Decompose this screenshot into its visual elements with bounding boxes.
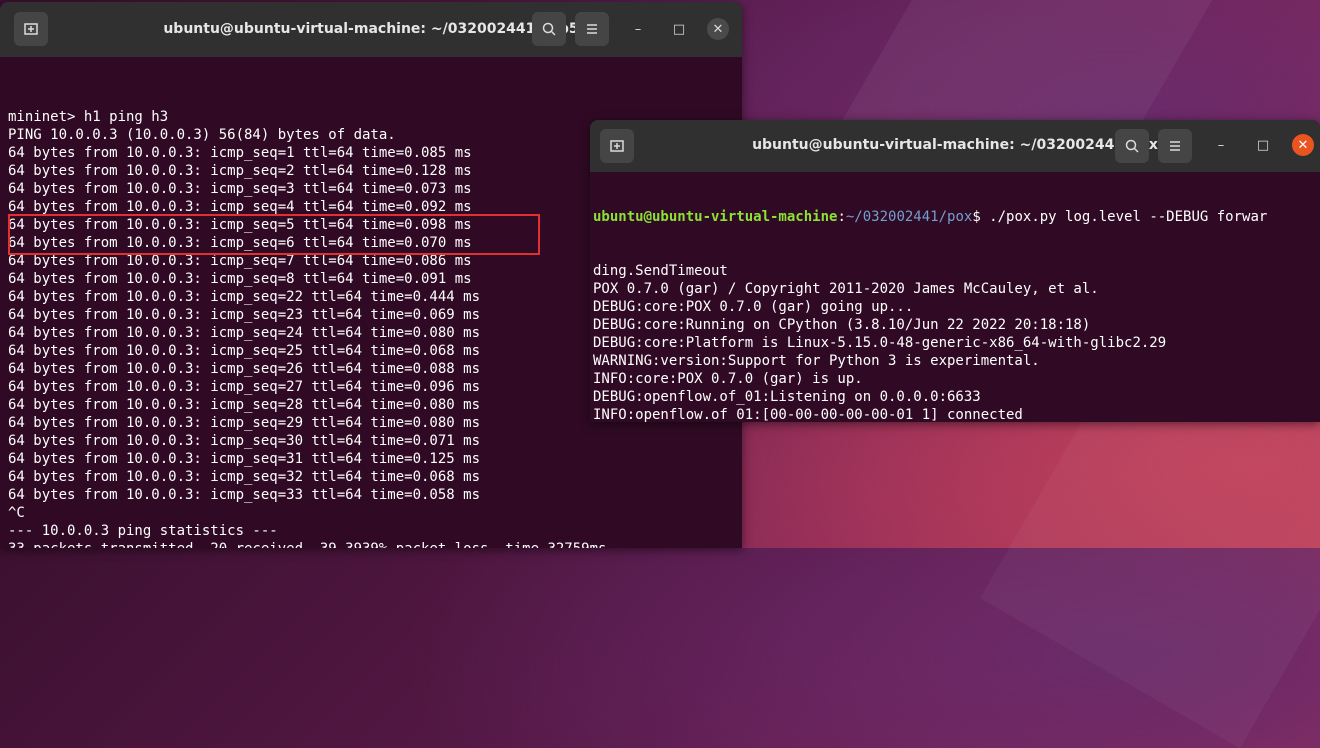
log-line: WARNING:version:Support for Python 3 is … [593,353,1040,369]
terminal-output[interactable]: ubuntu@ubuntu-virtual-machine:~/03200244… [593,172,1316,422]
search-icon [1125,139,1139,153]
output-line: ^C [8,505,25,521]
prompt-separator: : [837,209,846,225]
minimize-button[interactable]: – [627,18,649,40]
output-line: --- 10.0.0.3 ping statistics --- [8,523,278,539]
hamburger-icon [587,24,597,34]
titlebar[interactable]: ubuntu@ubuntu-virtual-machine: ~/0320024… [590,120,1320,172]
maximize-icon: □ [672,21,686,37]
search-button[interactable] [532,12,566,46]
maximize-button[interactable]: □ [668,18,690,40]
output-line: 64 bytes from 10.0.0.3: icmp_seq=30 ttl=… [8,433,481,449]
log-line: INFO:openflow.of_01:[00-00-00-00-00-01 1… [593,407,1023,422]
menu-button[interactable] [575,12,609,46]
search-button[interactable] [1115,129,1149,163]
menu-button[interactable] [1158,129,1192,163]
maximize-button[interactable]: □ [1252,134,1274,156]
output-line: 64 bytes from 10.0.0.3: icmp_seq=33 ttl=… [8,487,481,503]
log-line: DEBUG:core:POX 0.7.0 (gar) going up... [593,299,914,315]
minimize-icon: – [1217,137,1225,153]
minimize-button[interactable]: – [1210,134,1232,156]
prompt-user: ubuntu@ubuntu-virtual-machine [593,209,838,225]
output-line: 33 packets transmitted, 20 received, 39.… [8,540,738,548]
log-line: DEBUG:openflow.of_01:Listening on 0.0.0.… [593,389,981,405]
command-line: ubuntu@ubuntu-virtual-machine:~/03200244… [593,208,1316,226]
highlight-box [8,214,540,255]
log-line: DEBUG:core:Platform is Linux-5.15.0-48-g… [593,335,1167,351]
command-text: $ ./pox.py log.level --DEBUG forwar [972,209,1268,225]
close-button[interactable]: ✕ [1292,134,1314,156]
output-line: 64 bytes from 10.0.0.3: icmp_seq=32 ttl=… [8,469,481,485]
maximize-icon: □ [1256,137,1270,153]
log-line: ding.SendTimeout [593,263,728,279]
terminal-window-pox[interactable]: ubuntu@ubuntu-virtual-machine: ~/0320024… [590,120,1320,422]
log-line: DEBUG:core:Running on CPython (3.8.10/Ju… [593,317,1091,333]
output-line: 64 bytes from 10.0.0.3: icmp_seq=31 ttl=… [8,451,481,467]
log-line: INFO:core:POX 0.7.0 (gar) is up. [593,371,863,387]
titlebar[interactable]: ubuntu@ubuntu-virtual-machine: ~/0320024… [0,2,742,57]
hamburger-icon [1170,141,1180,151]
close-icon: ✕ [712,21,724,37]
search-icon [542,22,556,36]
minimize-icon: – [634,21,642,37]
prompt-path: ~/032002441/pox [845,209,973,225]
log-line: POX 0.7.0 (gar) / Copyright 2011-2020 Ja… [593,281,1099,297]
close-icon: ✕ [1297,137,1309,153]
close-button[interactable]: ✕ [707,18,729,40]
